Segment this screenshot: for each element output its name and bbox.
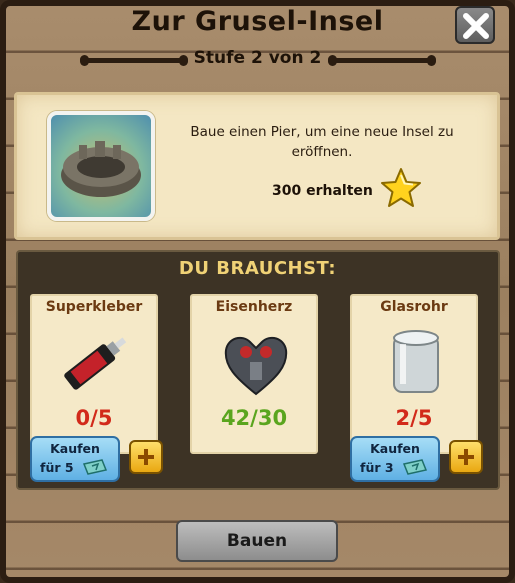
add-superkleber-button[interactable] (129, 440, 163, 474)
reward-amount: 300 erhalten (272, 183, 373, 199)
star-icon (381, 168, 421, 207)
buy-superkleber-button[interactable]: Kaufen für 5 (30, 436, 120, 482)
build-button[interactable]: Bauen (176, 520, 338, 562)
requirement-card-glasrohr: Glasrohr 2/5 (350, 294, 478, 454)
item-count: 42/30 (220, 406, 288, 430)
item-count: 0/5 (75, 406, 113, 430)
cash-icon (82, 459, 108, 475)
close-button[interactable] (455, 6, 495, 44)
add-glasrohr-button[interactable] (449, 440, 483, 474)
requirement-card-eisenherz: Eisenherz 42/30 (190, 294, 318, 454)
buy-price: für 5 (40, 460, 74, 475)
item-name: Eisenherz (215, 299, 293, 315)
buy-label: Kaufen (50, 441, 100, 456)
item-name: Glasrohr (380, 299, 448, 315)
dialog-subtitle: Stufe 2 von 2 (193, 48, 322, 68)
item-name: Superkleber (45, 299, 143, 315)
quest-info-panel: Baue einen Pier, um eine neue Insel zu e… (14, 92, 500, 240)
close-icon (463, 13, 489, 39)
requirements-title: DU BRAUCHST: (178, 258, 337, 279)
pier-ruin-icon (61, 141, 141, 197)
iron-heart-icon (224, 336, 288, 396)
requirement-card-superkleber: Superkleber 0/5 (30, 294, 158, 454)
glue-tube-icon (64, 337, 127, 390)
island-thumbnail (47, 111, 155, 221)
buy-glasrohr-button[interactable]: Kaufen für 3 (350, 436, 440, 482)
item-count: 2/5 (395, 406, 433, 430)
cash-icon (402, 459, 428, 475)
quest-description: Baue einen Pier, um eine neue Insel zu e… (190, 124, 454, 160)
glass-tube-icon (393, 330, 439, 393)
dialog-title: Zur Grusel-Insel (131, 6, 384, 37)
buy-price: für 3 (360, 460, 394, 475)
bone-divider-right (328, 55, 436, 66)
buy-label: Kaufen (370, 441, 420, 456)
